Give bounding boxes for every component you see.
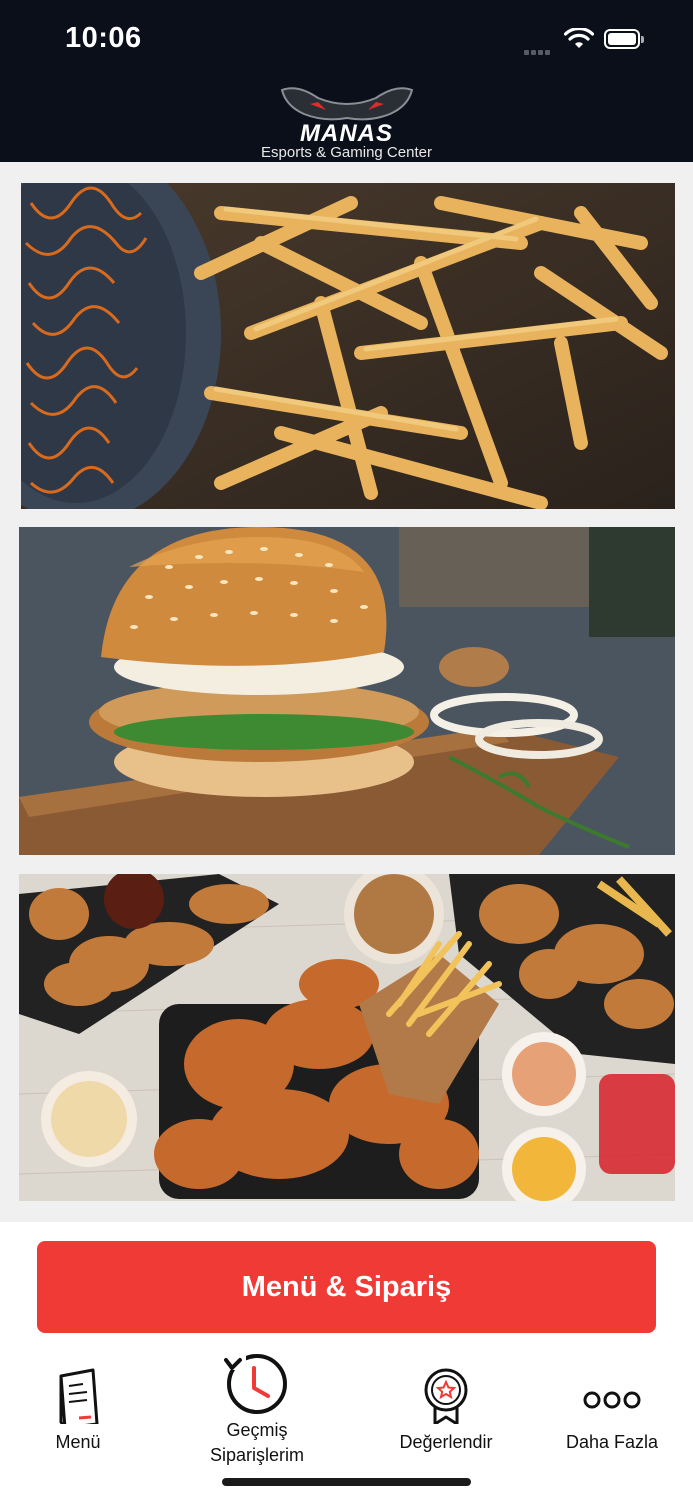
tab-more[interactable]: Daha Fazla xyxy=(537,1344,687,1474)
cellular-signal-icon xyxy=(524,42,552,60)
brand-tagline: Esports & Gaming Center xyxy=(261,144,432,161)
menu-order-button[interactable]: Menü & Sipariş xyxy=(37,1241,656,1333)
home-indicator xyxy=(222,1478,471,1486)
app-header: MANAS Esports & Gaming Center xyxy=(0,80,693,162)
tab-order-history-label: Geçmiş Siparişlerim xyxy=(209,1420,305,1465)
tab-menu-label: Menü xyxy=(55,1432,101,1452)
tab-order-history[interactable]: Geçmiş Siparişlerim xyxy=(182,1344,332,1474)
wifi-icon xyxy=(563,27,595,55)
more-dots-icon xyxy=(583,1391,641,1409)
menu-book-icon xyxy=(59,1368,99,1424)
tab-bar: Menü Geçmiş Siparişlerim Değerlendir Dah… xyxy=(0,1344,693,1474)
logo-mask-icon xyxy=(280,87,414,121)
status-bar: 10:06 xyxy=(0,0,693,80)
rating-badge-icon xyxy=(424,1368,468,1424)
battery-icon xyxy=(604,29,644,49)
burger-image[interactable] xyxy=(19,527,675,855)
bottom-area: Menü & Sipariş Menü GeçmişSiparişlerim xyxy=(0,1222,693,1500)
chicken-platter-image[interactable] xyxy=(19,874,675,1201)
history-clock-icon xyxy=(224,1352,287,1414)
tab-rate[interactable]: Değerlendir xyxy=(371,1344,521,1474)
tab-rate-label: Değerlendir xyxy=(399,1432,493,1452)
status-time: 10:06 xyxy=(65,22,142,54)
tab-menu[interactable]: Menü xyxy=(3,1344,153,1474)
fries-image[interactable] xyxy=(21,183,675,509)
tab-more-label: Daha Fazla xyxy=(565,1432,659,1452)
